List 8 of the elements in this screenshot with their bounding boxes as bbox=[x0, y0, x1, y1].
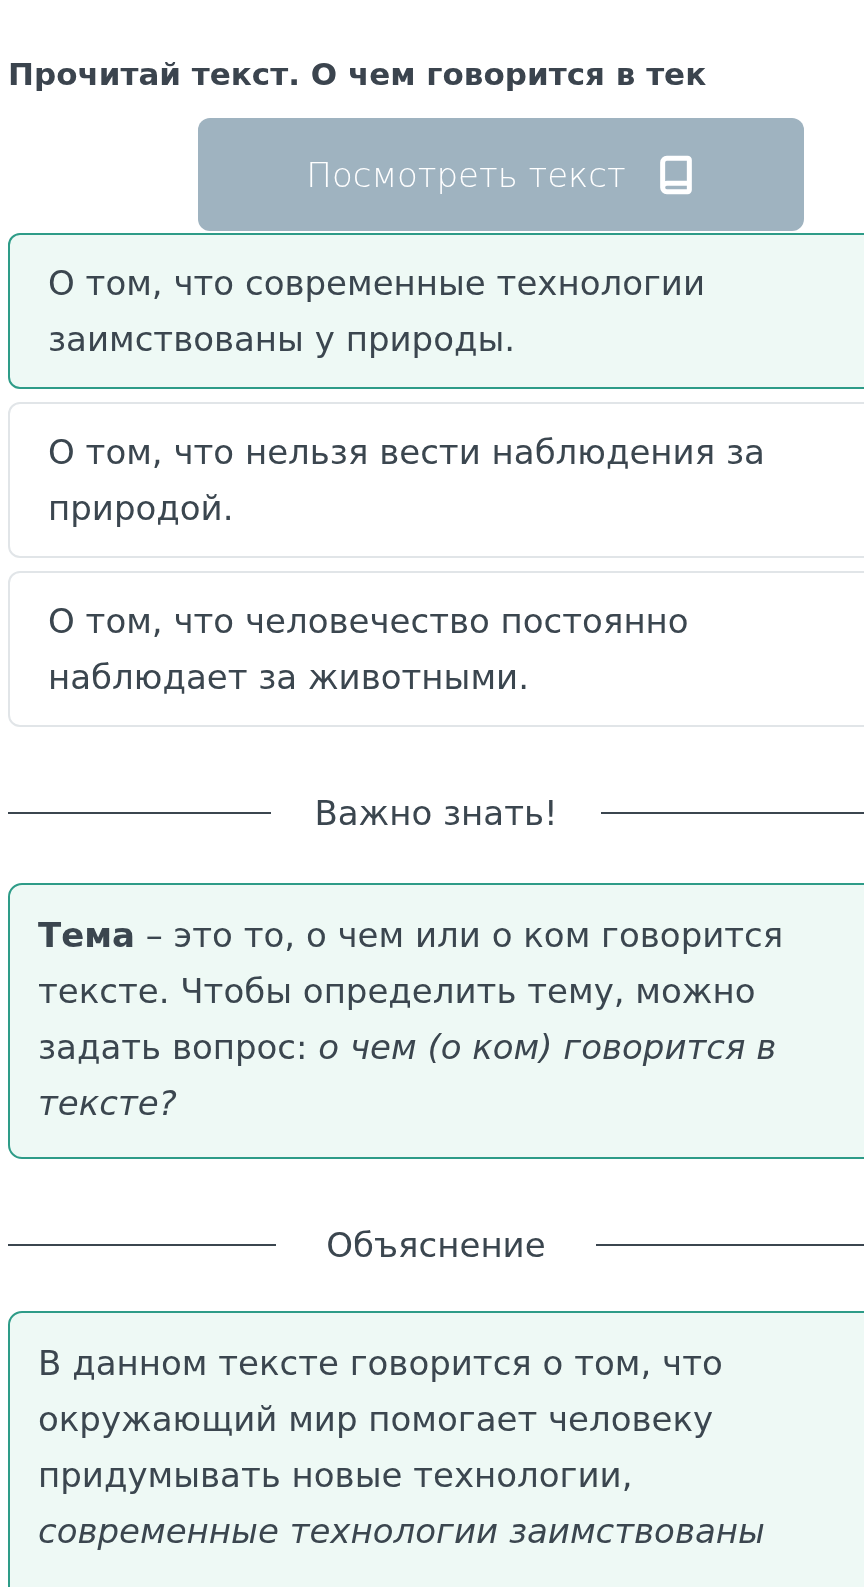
answer-option[interactable]: О том, что современные технологии заимствованы у природы. bbox=[8, 233, 864, 389]
section-heading: Важно знать! bbox=[313, 792, 559, 835]
section-heading: Объяснение bbox=[325, 1224, 547, 1267]
rule-note: Тема – это то, о чем или о ком говорится тексте. Чтобы определить тему, можно задать вопрос: о чем (о ком) говорится в тексте? bbox=[8, 883, 864, 1159]
answer-option[interactable]: О том, что человечество постоянно наблюдает за животными. bbox=[8, 571, 864, 727]
answer-option[interactable]: О том, что нельзя вести наблюдения за природой. bbox=[8, 402, 864, 558]
explanation-text: В данном тексте говорится о том, что окружающий мир помогает человеку придумывать новые технологии, современные технологии заимствованы bbox=[8, 1311, 864, 1587]
question-title: Прочитай текст. О чем говорится в тек bbox=[8, 55, 708, 94]
